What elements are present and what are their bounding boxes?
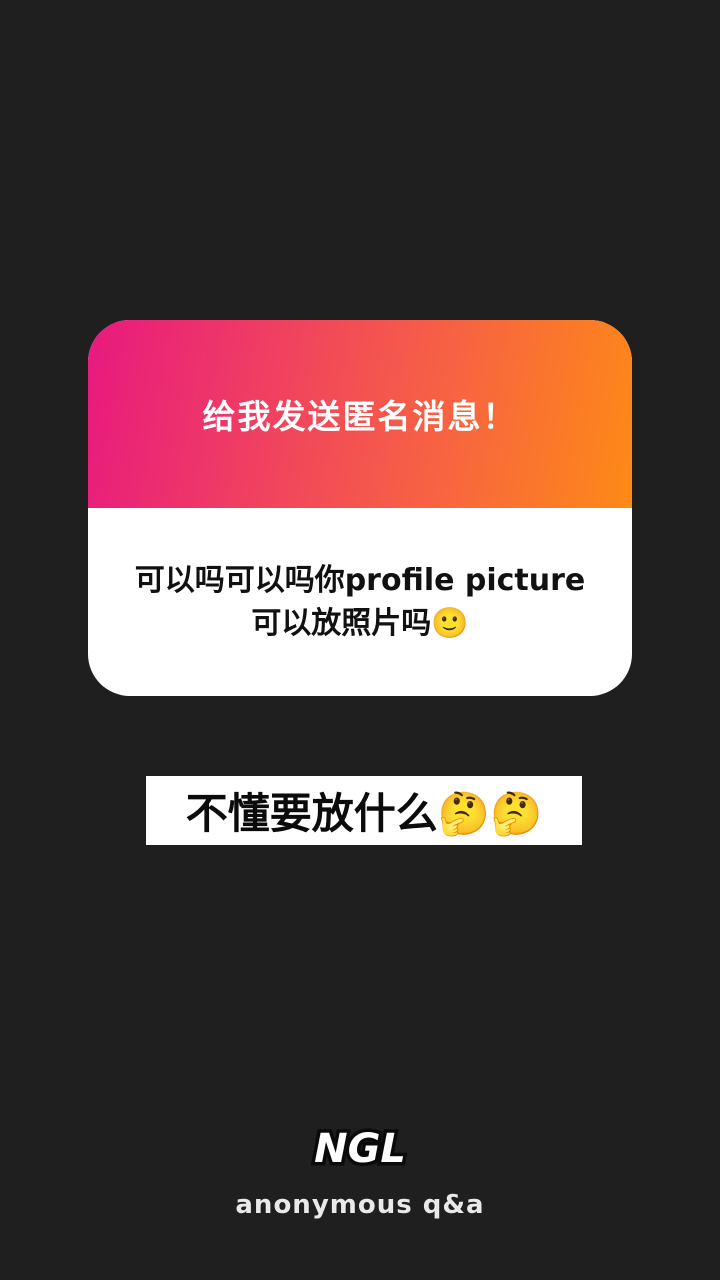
question-card-body: 可以吗可以吗你profile picture可以放照片吗🙂 [88,508,632,696]
tagline: anonymous q&a [235,1190,485,1220]
question-card-header: 给我发送匿名消息！ [88,320,632,508]
prompt-text: 给我发送匿名消息！ [202,397,518,436]
question-text: 可以吗可以吗你profile picture可以放照片吗🙂 [134,562,586,642]
reply-sticker: 不懂要放什么🤔🤔 [146,776,582,845]
reply-text: 不懂要放什么🤔🤔 [185,789,543,838]
logo-text: NGL [314,1126,406,1172]
question-card: 给我发送匿名消息！ 可以吗可以吗你profile picture可以放照片吗🙂 [88,320,632,696]
ngl-logo: NGL [311,1123,410,1176]
